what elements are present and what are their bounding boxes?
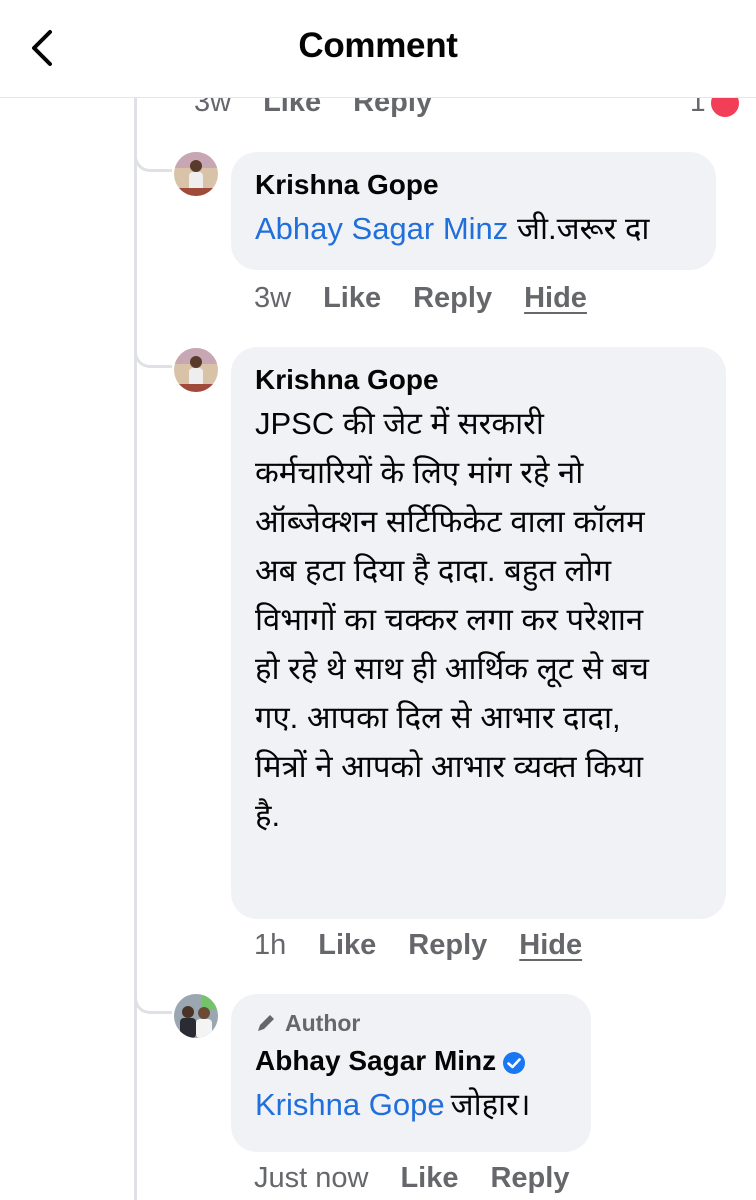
thread-branch: [134, 992, 172, 1014]
like-button[interactable]: Like: [323, 282, 381, 315]
hide-button[interactable]: Hide: [524, 282, 587, 315]
reply-button[interactable]: Reply: [408, 929, 487, 962]
comment-text: Krishna Gope जोहार।: [255, 1080, 569, 1129]
like-button[interactable]: Like: [318, 929, 376, 962]
verified-badge-icon: [503, 1051, 526, 1074]
comment-actions: Just now Like Reply: [254, 1162, 601, 1195]
comment-body: जी.जरूर दा: [516, 211, 650, 246]
comment-line: विभागों का चक्कर लगा कर परेशान: [255, 602, 644, 637]
comment-text: Abhay Sagar Minz जी.जरूर दा: [255, 204, 694, 253]
reply-button[interactable]: Reply: [490, 1162, 569, 1195]
comment-bubble: Krishna Gope Abhay Sagar Minz जी.जरूर दा: [231, 152, 716, 270]
thread-branch: [134, 346, 172, 368]
page-title: Comment: [298, 26, 458, 65]
comment-body: जोहार।: [450, 1087, 531, 1122]
thread-line: [134, 98, 137, 1200]
comment-time: Just now: [254, 1162, 369, 1194]
comment-actions: 3w Like Reply Hide: [254, 282, 619, 315]
comment-author-name: Abhay Sagar Minz: [255, 1045, 497, 1076]
author-badge-label: Author: [285, 1010, 361, 1036]
comment-bubble: Krishna Gope JPSC की जेट में सरकारी कर्म…: [231, 347, 726, 919]
author-badge: Author: [255, 1008, 569, 1038]
like-button[interactable]: Like: [400, 1162, 458, 1195]
comment-line: हो रहे थे साथ ही आर्थिक लूट से बच: [255, 651, 649, 686]
avatar[interactable]: [174, 152, 218, 196]
reply-button[interactable]: Reply: [413, 282, 492, 315]
comment-line: गए. आपका दिल से आभार दादा,: [255, 700, 621, 735]
comment-time: 3w: [254, 282, 292, 314]
mention-link[interactable]: Krishna Gope: [255, 1087, 445, 1122]
comment-actions: 1h Like Reply Hide: [254, 929, 614, 962]
comment-line: मित्रों ने आपको आभार व्यक्त किया: [255, 749, 643, 784]
mention-link[interactable]: Abhay Sagar Minz: [255, 211, 508, 246]
top-bar: Comment: [0, 0, 756, 98]
pencil-icon: [258, 1015, 274, 1031]
comment-line: कर्मचारियों के लिए मांग रहे नो: [255, 455, 584, 490]
avatar[interactable]: [174, 994, 218, 1038]
comment-author[interactable]: Abhay Sagar Minz: [255, 1042, 569, 1080]
avatar[interactable]: [174, 348, 218, 392]
comment-author[interactable]: Krishna Gope: [255, 166, 694, 204]
comment-body: JPSC की जेट में सरकारी कर्मचारियों के लि…: [255, 399, 704, 840]
comment-bubble: Author Abhay Sagar Minz Krishna Gope जोहा…: [231, 994, 591, 1152]
comment-time: 1h: [254, 929, 287, 961]
comment-author[interactable]: Krishna Gope: [255, 361, 704, 399]
hide-button[interactable]: Hide: [519, 929, 582, 962]
thread-branch: [134, 150, 172, 172]
comment-line: है.: [255, 798, 281, 833]
comment-line: अब हटा दिया है दादा. बहुत लोग: [255, 553, 612, 588]
comment-line: JPSC की जेट में सरकारी: [255, 406, 544, 441]
comment-line: ऑब्जेक्शन सर्टिफिकेट वाला कॉलम: [255, 504, 645, 539]
